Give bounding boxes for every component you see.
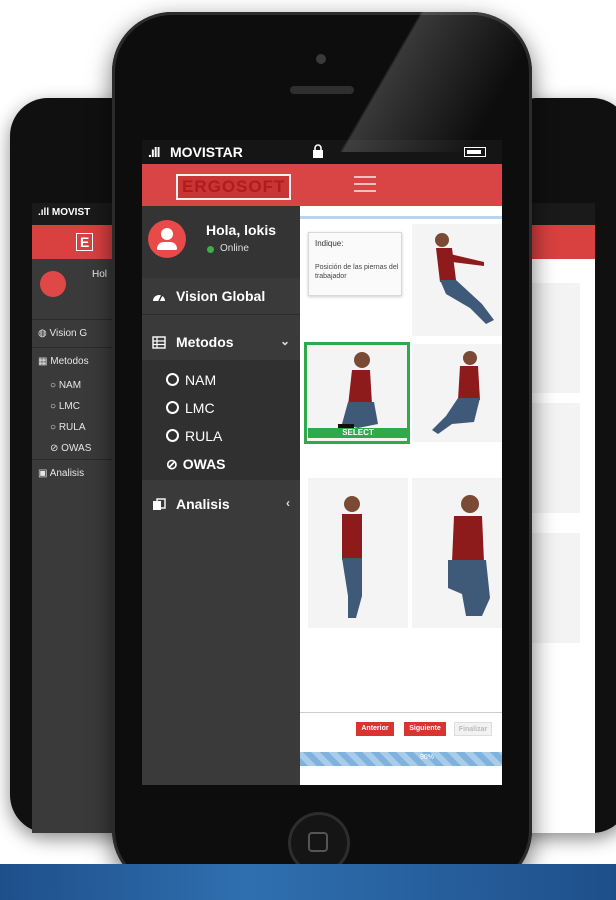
submenu-item-lmc[interactable]: LMC bbox=[166, 400, 215, 416]
previous-button[interactable]: Anterior bbox=[356, 722, 394, 736]
online-status-dot bbox=[207, 246, 214, 253]
select-button[interactable]: SELECT bbox=[308, 428, 408, 438]
posture-figure bbox=[342, 496, 362, 618]
instruction-title: Indique: bbox=[315, 239, 344, 248]
posture-figure bbox=[432, 351, 480, 434]
next-button[interactable]: Siguiente bbox=[404, 722, 446, 736]
divider bbox=[300, 712, 502, 713]
sidebar-item-vision-global[interactable]: Vision Global bbox=[142, 280, 300, 315]
submenu-item-owas[interactable]: ⊘ OWAS bbox=[166, 456, 226, 473]
app-header: ERGOSOFT bbox=[142, 164, 502, 206]
posture-option-4[interactable] bbox=[308, 478, 408, 628]
posture-figure bbox=[435, 233, 494, 324]
avatar bbox=[40, 271, 66, 297]
radio-icon bbox=[166, 401, 179, 414]
background-sub-label: OWAS bbox=[61, 443, 92, 454]
sidebar-item-label: Metodos bbox=[176, 334, 234, 350]
background-sub-label: RULA bbox=[58, 422, 86, 433]
radio-icon bbox=[166, 429, 179, 442]
background-logo: E bbox=[76, 233, 94, 251]
background-sub-label: LMC bbox=[58, 401, 80, 412]
chevron-left-icon: ‹ bbox=[286, 496, 290, 510]
background-sub-label: NAM bbox=[58, 380, 82, 391]
background-menu-metodos-label: Metodos bbox=[50, 356, 89, 367]
app-logo: ERGOSOFT bbox=[176, 174, 292, 200]
main-phone: .ıll MOVISTAR ERGOSOFT Hola, lokis Onlin… bbox=[112, 12, 532, 890]
phone-screen: .ıll MOVISTAR ERGOSOFT Hola, lokis Onlin… bbox=[142, 140, 502, 785]
lock-icon bbox=[313, 144, 323, 158]
background-carrier: MOVIST bbox=[51, 207, 91, 218]
online-status-text: Online bbox=[220, 243, 249, 254]
posture-option-1[interactable] bbox=[412, 224, 502, 336]
submenu-item-label: RULA bbox=[185, 428, 223, 444]
chevron-down-icon: ⌄ bbox=[279, 334, 290, 348]
instruction-card: Indique: Posición de las piernas del tra… bbox=[308, 232, 402, 296]
table-icon bbox=[152, 336, 166, 349]
progress-bar bbox=[300, 752, 502, 766]
signal-icon: .ıll bbox=[148, 144, 161, 160]
hamburger-icon[interactable] bbox=[354, 176, 376, 192]
progress-label: 90% bbox=[420, 754, 435, 761]
submenu-item-label: NAM bbox=[185, 372, 217, 388]
carrier-name: MOVISTAR bbox=[170, 144, 243, 160]
background-menu-analisis-label: Analisis bbox=[49, 468, 85, 479]
copy-icon bbox=[153, 498, 166, 510]
speaker bbox=[290, 86, 354, 94]
submenu-item-label: OWAS bbox=[182, 456, 226, 472]
finish-button[interactable]: Finalizar bbox=[454, 722, 492, 736]
home-square-icon bbox=[308, 832, 328, 852]
sidebar-item-label: Vision Global bbox=[176, 288, 266, 304]
check-circle-icon: ⊘ bbox=[166, 456, 178, 472]
background-user-greeting: Hol bbox=[92, 269, 108, 280]
submenu-item-nam[interactable]: NAM bbox=[166, 372, 216, 388]
signal-icon: .ıll bbox=[38, 207, 52, 218]
sidebar-item-analisis[interactable]: Analisis ‹ bbox=[142, 488, 300, 522]
posture-option-3[interactable] bbox=[412, 344, 502, 442]
radio-icon bbox=[166, 373, 179, 386]
posture-option-5[interactable] bbox=[412, 478, 502, 628]
instruction-text: Posición de las piernas del trabajador bbox=[315, 264, 399, 280]
submenu-item-rula[interactable]: RULA bbox=[166, 428, 222, 444]
battery-icon bbox=[464, 147, 486, 157]
sidebar: Hola, lokis Online Vision Global Metodos… bbox=[142, 206, 300, 785]
divider bbox=[300, 216, 502, 219]
screen-gloss bbox=[292, 12, 532, 152]
background-menu-vision-label: Vision G bbox=[49, 328, 88, 339]
user-panel: Hola, lokis Online bbox=[142, 206, 300, 278]
status-bar: .ıll MOVISTAR bbox=[142, 140, 502, 164]
dashboard-icon bbox=[153, 294, 165, 302]
avatar bbox=[148, 220, 186, 258]
main-content: Indique: Posición de las piernas del tra… bbox=[300, 206, 502, 785]
sidebar-item-label: Analisis bbox=[176, 496, 230, 512]
bottom-band bbox=[0, 864, 616, 900]
posture-figure bbox=[448, 495, 490, 616]
submenu-item-label: LMC bbox=[185, 400, 215, 416]
sidebar-item-metodos[interactable]: Metodos ⌄ bbox=[142, 326, 300, 360]
camera bbox=[316, 54, 326, 64]
user-greeting: Hola, lokis bbox=[206, 222, 277, 238]
